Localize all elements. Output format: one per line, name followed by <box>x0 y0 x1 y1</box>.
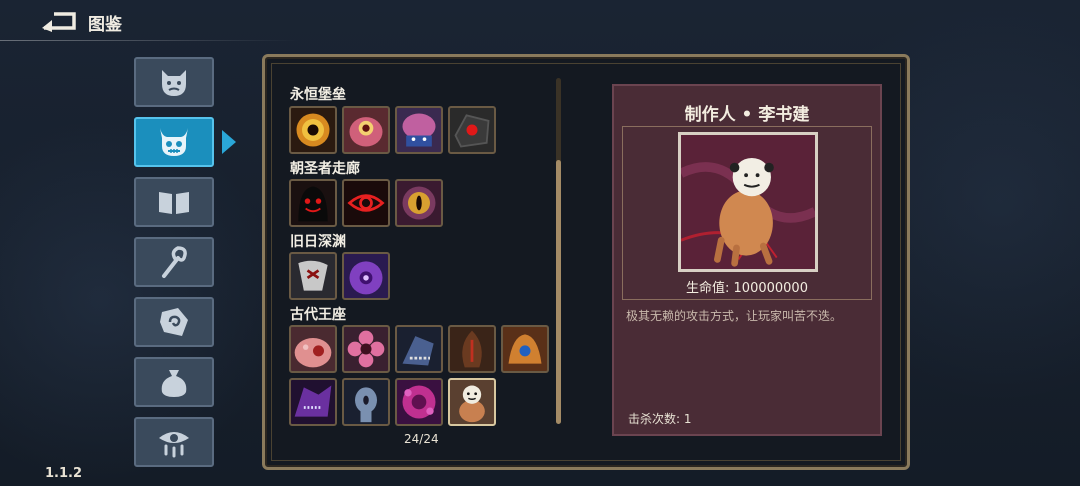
group-title-old-abyss: 旧日深渊 <box>290 234 346 250</box>
rune-stone-icon <box>160 308 188 336</box>
crying-eye-icon <box>159 432 189 458</box>
monster-name: 制作人 • 李书建 <box>684 105 810 125</box>
pouch-icon <box>161 370 187 397</box>
back-arrow-icon <box>42 12 76 32</box>
golden-eye-icon <box>402 186 436 220</box>
red-eye-sigil-icon <box>347 194 385 212</box>
monster-yellow-eye-orb[interactable] <box>289 106 337 154</box>
monster-bone-wraith[interactable] <box>289 252 337 300</box>
open-book-icon <box>159 192 189 214</box>
monster-magenta-spores[interactable] <box>395 378 443 426</box>
monster-golden-eye[interactable] <box>395 179 443 227</box>
fire-beast-icon <box>508 334 542 364</box>
group-title-eternal-fortress: 永恒堡垒 <box>290 87 346 103</box>
tab-book[interactable] <box>134 177 214 227</box>
tab-demon-face[interactable] <box>134 57 214 107</box>
tab-pouch[interactable] <box>134 357 214 407</box>
monster-hp: 生命值: 100000000 <box>686 281 808 296</box>
yellow-eye-orb-icon <box>296 113 330 147</box>
blue-serpent-icon <box>402 336 434 366</box>
version-label: 1.1.2 <box>45 466 83 481</box>
monster-pink-flower[interactable] <box>342 325 390 373</box>
magenta-spores-icon <box>402 385 436 419</box>
bone-wraith-icon <box>298 260 328 291</box>
group-title-ancient-throne: 古代王座 <box>290 307 346 323</box>
monster-purple-blob[interactable] <box>342 252 390 300</box>
tab-eye[interactable] <box>134 417 214 467</box>
demon-face-icon <box>162 70 186 96</box>
kill-count: 击杀次数: 1 <box>628 412 692 426</box>
purple-blob-icon <box>349 261 383 295</box>
top-bar: 图鉴 <box>0 0 1080 44</box>
scrollbar-thumb[interactable] <box>556 160 561 424</box>
monster-flesh-mound[interactable] <box>289 325 337 373</box>
meme-dog-icon <box>459 385 485 423</box>
dark-cocoon-icon <box>462 330 482 368</box>
meme-dog-portrait-icon <box>681 135 815 269</box>
monster-shadow-hooded[interactable] <box>289 179 337 227</box>
monster-description: 极其无赖的攻击方式，让玩家叫苦不迭。 <box>626 309 843 323</box>
monster-pink-cyclops[interactable] <box>342 106 390 154</box>
monster-pale-ghoul[interactable] <box>342 378 390 426</box>
monster-meme-dog[interactable] <box>448 378 496 426</box>
brain-creature-icon <box>402 113 436 147</box>
pink-flower-icon <box>347 330 385 368</box>
red-eye-rock-icon <box>454 114 490 148</box>
flesh-mound-icon <box>294 338 332 368</box>
tab-staff[interactable] <box>134 237 214 287</box>
page-title: 图鉴 <box>88 15 122 35</box>
tab-monsters[interactable] <box>134 117 214 167</box>
monster-brain-creature[interactable] <box>395 106 443 154</box>
monster-blue-serpent[interactable] <box>395 325 443 373</box>
monster-red-eye-sigil[interactable] <box>342 179 390 227</box>
monster-dark-cocoon[interactable] <box>448 325 496 373</box>
pale-ghoul-icon <box>355 387 377 423</box>
tab-rune[interactable] <box>134 297 214 347</box>
active-tab-indicator <box>222 130 236 154</box>
header-divider <box>0 40 300 41</box>
back-button[interactable] <box>40 10 78 32</box>
monster-purple-dragon[interactable] <box>289 378 337 426</box>
monster-portrait <box>678 132 818 272</box>
pink-cyclops-icon <box>349 117 383 147</box>
monster-fire-beast[interactable] <box>501 325 549 373</box>
group-title-pilgrim-corridor: 朝圣者走廊 <box>290 161 360 177</box>
purple-dragon-icon <box>294 385 332 417</box>
horned-skull-icon <box>160 128 188 156</box>
staff-icon <box>162 246 187 278</box>
monster-red-eye-rock[interactable] <box>448 106 496 154</box>
collection-count: 24/24 <box>404 432 439 446</box>
shadow-hooded-icon <box>298 186 328 222</box>
